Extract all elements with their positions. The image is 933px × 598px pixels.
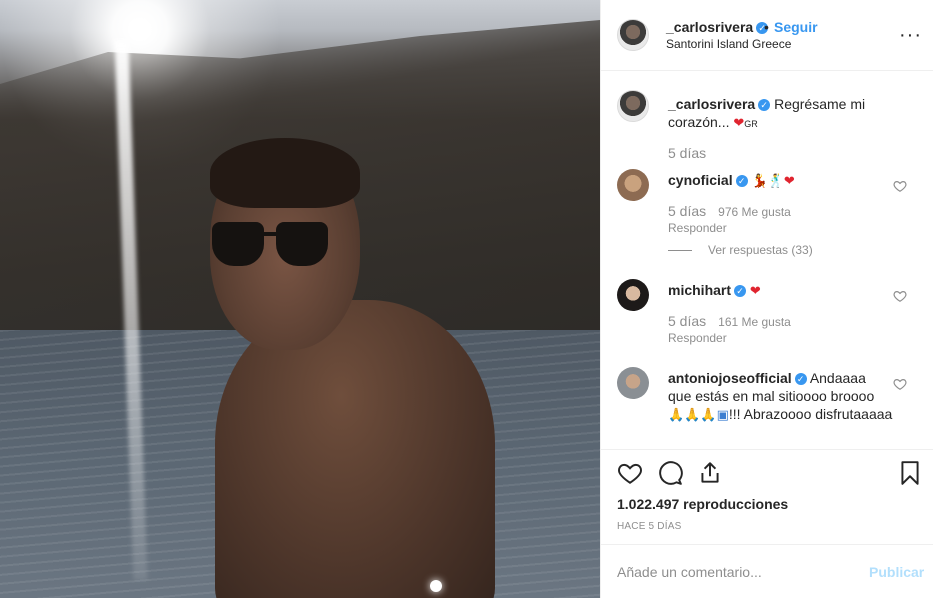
comment-avatar[interactable]: [617, 367, 649, 399]
like-heart-icon[interactable]: [617, 460, 643, 486]
reply-button[interactable]: Responder: [668, 331, 727, 345]
light-reflection: [430, 580, 442, 592]
view-replies-label: Ver respuestas (33): [708, 243, 813, 257]
like-comment-heart-icon[interactable]: [893, 179, 907, 193]
caption-time[interactable]: 5 días: [668, 145, 706, 161]
red-heart-emoji-icon: ❤: [783, 174, 795, 189]
sunglasses: [208, 222, 338, 268]
comment-meta: 5 días 161 Me gusta: [668, 313, 791, 329]
verified-badge-icon: ✓: [758, 99, 771, 112]
divider-line: [668, 250, 692, 252]
comment-time[interactable]: 5 días: [668, 313, 706, 329]
comment-text: michihart ✓ ❤: [668, 281, 893, 301]
caption-text: _carlosrivera ✓ Regrésame mi corazón... ❤…: [668, 95, 893, 133]
share-icon[interactable]: [697, 460, 723, 486]
caption-username[interactable]: _carlosrivera: [668, 96, 755, 112]
comment-username[interactable]: cynoficial: [668, 172, 733, 188]
dancers-emoji-icon: 💃🕺: [751, 174, 784, 189]
comments-list[interactable]: _carlosrivera ✓ Regrésame mi corazón... ❤…: [601, 71, 933, 449]
like-comment-heart-icon[interactable]: [893, 377, 907, 391]
add-comment-section: Publicar: [601, 544, 933, 598]
caption-avatar[interactable]: [617, 90, 649, 122]
view-replies-button[interactable]: Ver respuestas (33): [668, 243, 813, 257]
red-heart-emoji-icon: ❤: [733, 116, 745, 131]
views-count[interactable]: 1.022.497 reproducciones: [617, 496, 788, 512]
comment-avatar[interactable]: [617, 169, 649, 201]
comment-likes[interactable]: 976 Me gusta: [718, 205, 791, 219]
person-hair: [210, 138, 360, 208]
author-avatar[interactable]: [617, 19, 649, 51]
flag-emoji-icon: ▣: [716, 408, 729, 423]
verified-badge-icon: ✓: [794, 373, 807, 386]
comment-meta: 5 días 976 Me gusta: [668, 203, 791, 219]
comment-username[interactable]: antoniojoseofficial: [668, 370, 792, 386]
comment-text: cynoficial ✓ 💃🕺❤: [668, 171, 893, 191]
comment-avatar[interactable]: [617, 279, 649, 311]
comment-username[interactable]: michihart: [668, 282, 731, 298]
action-bar: [601, 449, 933, 497]
post-side-panel: _carlosrivera ✓ • Seguir Santorini Island…: [600, 0, 933, 598]
like-comment-heart-icon[interactable]: [893, 289, 907, 303]
follow-button[interactable]: Seguir: [774, 19, 818, 35]
comment-body-2: !!! Abrazoooo disfrutaaaaa: [728, 406, 893, 422]
publish-button[interactable]: Publicar: [869, 564, 924, 580]
comment-input[interactable]: [617, 561, 857, 583]
caption-suffix: GR: [744, 119, 758, 129]
header-separator: •: [764, 19, 769, 35]
reply-button[interactable]: Responder: [668, 221, 727, 235]
author-username[interactable]: _carlosrivera: [666, 19, 753, 35]
red-heart-emoji-icon: ❤: [749, 284, 761, 299]
comment-bubble-icon[interactable]: [657, 460, 683, 486]
save-bookmark-icon[interactable]: [897, 460, 923, 486]
author-username-link[interactable]: _carlosrivera ✓: [666, 19, 769, 35]
post-header: _carlosrivera ✓ • Seguir Santorini Island…: [601, 0, 933, 71]
verified-badge-icon: ✓: [734, 285, 747, 298]
post-video[interactable]: [0, 0, 600, 598]
caption-meta: 5 días: [668, 145, 718, 161]
praying-hands-emoji-icon: 🙏🙏🙏: [668, 408, 717, 423]
verified-badge-icon: ✓: [735, 175, 748, 188]
comment-time[interactable]: 5 días: [668, 203, 706, 219]
location-link[interactable]: Santorini Island Greece: [666, 37, 791, 51]
more-options-icon[interactable]: ···: [899, 24, 922, 47]
comment-text: antoniojoseofficial ✓ Andaaaa que estás e…: [668, 369, 893, 425]
comment-likes[interactable]: 161 Me gusta: [718, 315, 791, 329]
post-date[interactable]: HACE 5 DÍAS: [617, 521, 681, 532]
